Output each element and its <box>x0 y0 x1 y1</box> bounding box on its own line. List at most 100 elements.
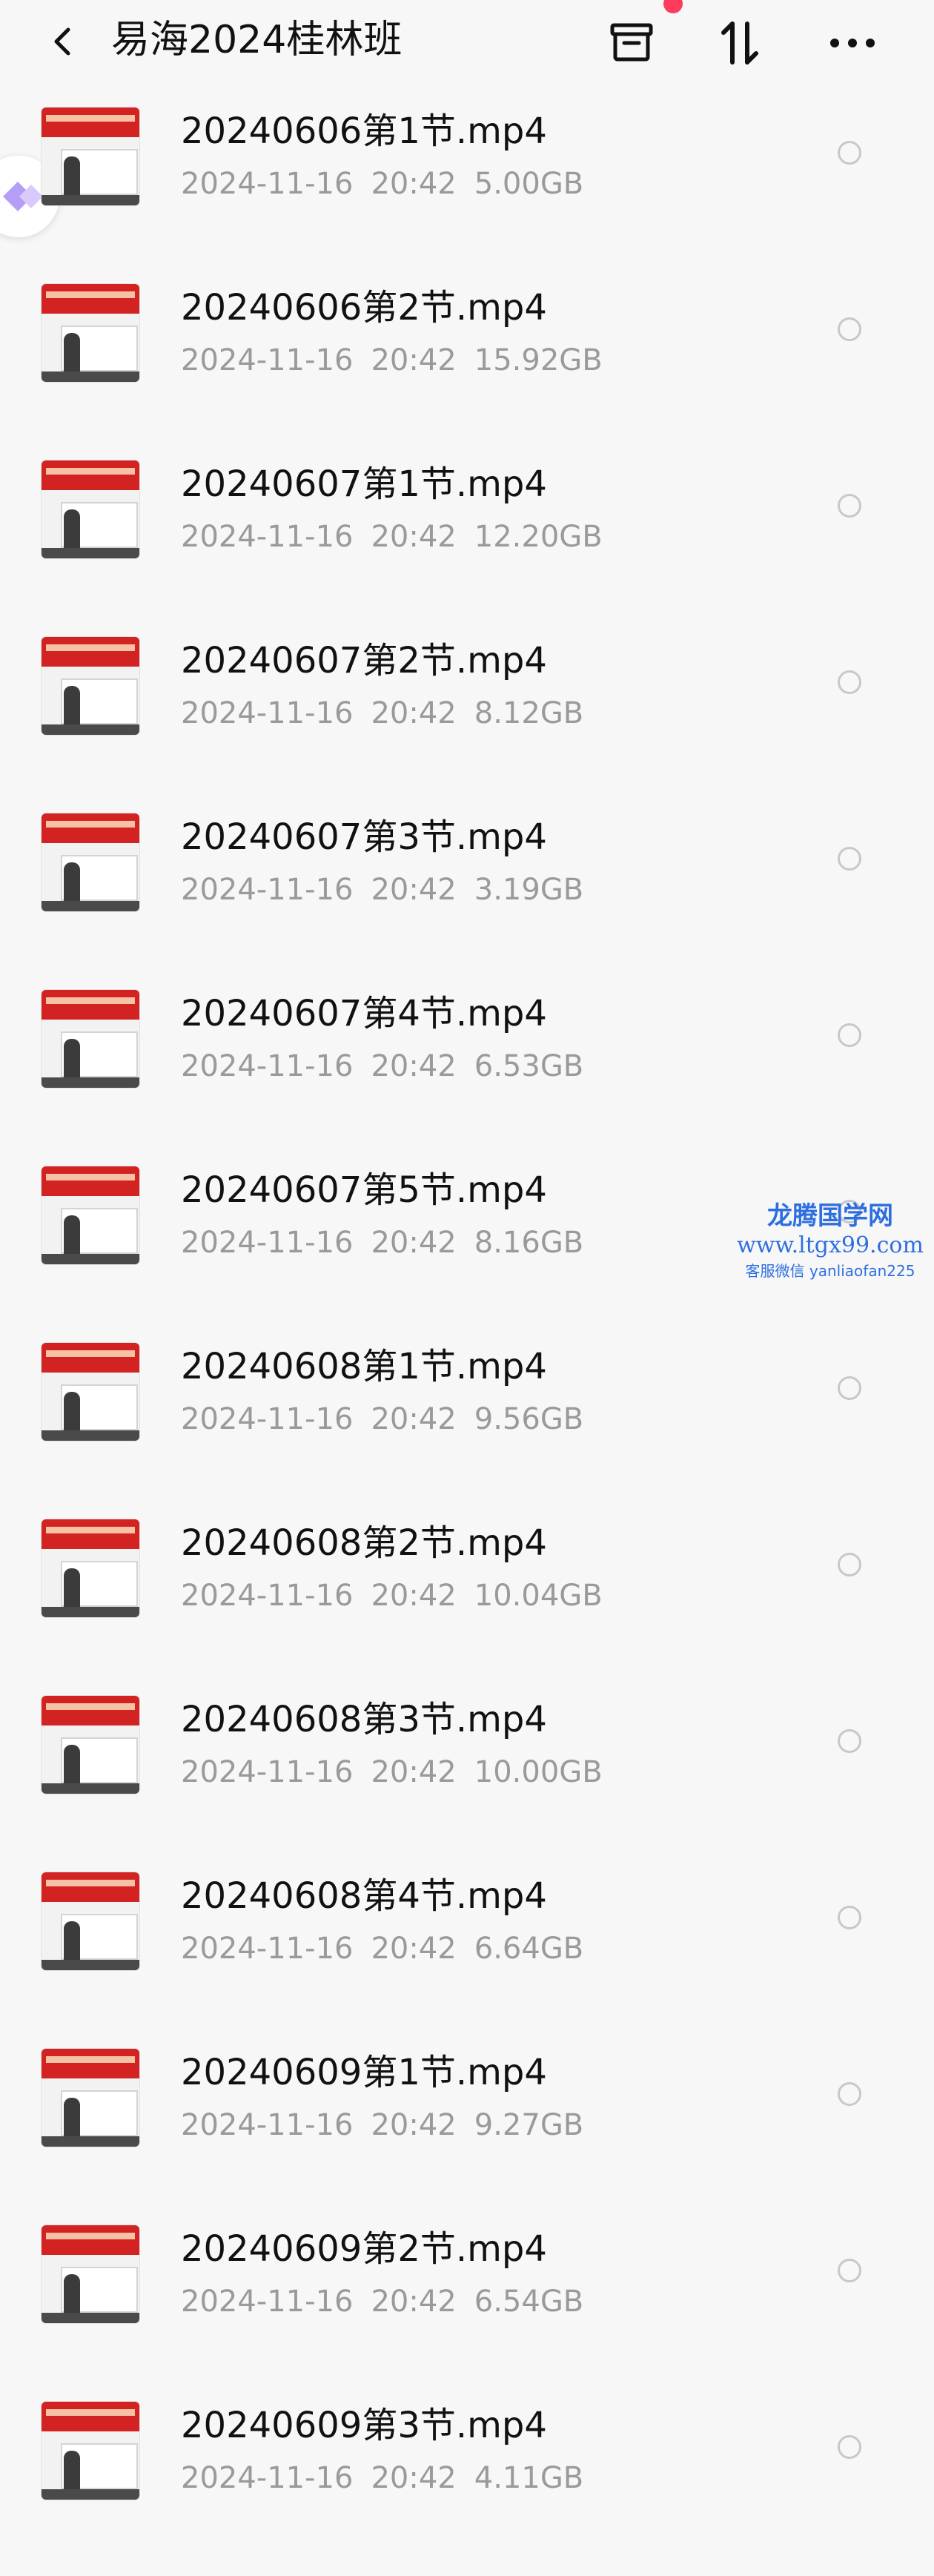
select-radio[interactable] <box>838 141 861 165</box>
file-meta: 2024-11-16 20:42 9.56GB <box>181 1401 601 1438</box>
thumbnail-audience <box>42 195 139 205</box>
file-row[interactable]: 20240609第1节.mp4 2024-11-16 20:42 9.27GB <box>0 2034 934 2210</box>
file-size: 10.04GB <box>474 1579 603 1613</box>
thumbnail-banner-text <box>46 1527 135 1533</box>
file-name: 20240608第1节.mp4 <box>181 1346 547 1387</box>
file-date: 2024-11-16 <box>181 2108 354 2142</box>
file-time: 20:42 <box>371 873 457 907</box>
select-radio[interactable] <box>838 2082 861 2106</box>
file-name: 20240608第3节.mp4 <box>181 1699 547 1740</box>
select-radio[interactable] <box>838 317 861 341</box>
thumbnail-banner-text <box>46 1174 135 1180</box>
file-date: 2024-11-16 <box>181 1226 354 1260</box>
select-radio[interactable] <box>838 1729 861 1753</box>
file-meta: 2024-11-16 20:42 10.04GB <box>181 1577 620 1614</box>
file-row[interactable]: 20240609第2节.mp4 2024-11-16 20:42 6.54GB <box>0 2210 934 2387</box>
thumbnail-banner <box>42 1696 139 1725</box>
video-thumbnail <box>42 990 139 1088</box>
back-button[interactable] <box>46 25 79 58</box>
sort-arrows-icon <box>721 22 758 65</box>
watermark-contact: 客服微信 yanliaofan225 <box>745 1262 915 1280</box>
select-radio[interactable] <box>838 494 861 518</box>
file-row[interactable]: 20240607第3节.mp4 2024-11-16 20:42 3.19GB <box>0 799 934 975</box>
file-row[interactable]: 20240607第1节.mp4 2024-11-16 20:42 12.20GB <box>0 446 934 622</box>
thumbnail-speaker <box>64 1392 80 1436</box>
file-row[interactable]: 20240606第2节.mp4 2024-11-16 20:42 15.92GB <box>0 269 934 446</box>
archive-box-icon <box>610 23 653 62</box>
thumbnail-banner-text <box>46 468 135 475</box>
thumbnail-banner-text <box>46 291 135 298</box>
thumbnail-audience <box>42 1254 139 1264</box>
notification-badge <box>663 0 683 13</box>
file-date: 2024-11-16 <box>181 520 354 554</box>
file-meta: 2024-11-16 20:42 6.53GB <box>181 1048 601 1085</box>
file-time: 20:42 <box>371 343 457 377</box>
thumbnail-banner <box>42 284 139 314</box>
thumbnail-banner-text <box>46 1703 135 1710</box>
select-radio[interactable] <box>838 670 861 694</box>
file-size: 10.00GB <box>474 1755 603 1789</box>
thumbnail-speaker <box>64 1039 80 1083</box>
page-title: 易海2024桂林班 <box>111 18 403 62</box>
file-size: 9.56GB <box>474 1402 584 1436</box>
thumbnail-banner-text <box>46 1350 135 1357</box>
thumbnail-audience <box>42 2136 139 2147</box>
thumbnail-banner-text <box>46 997 135 1004</box>
file-meta: 2024-11-16 20:42 4.11GB <box>181 2460 601 2497</box>
thumbnail-banner <box>42 1166 139 1196</box>
file-date: 2024-11-16 <box>181 696 354 730</box>
file-name: 20240607第4节.mp4 <box>181 993 547 1034</box>
file-row[interactable]: 20240608第1节.mp4 2024-11-16 20:42 9.56GB <box>0 1328 934 1505</box>
select-radio[interactable] <box>838 2259 861 2282</box>
file-row[interactable]: 20240606第1节.mp4 2024-11-16 20:42 5.00GB <box>0 93 934 269</box>
file-meta: 2024-11-16 20:42 8.16GB <box>181 1224 601 1261</box>
thumbnail-audience <box>42 371 139 382</box>
file-row[interactable]: 20240607第4节.mp4 2024-11-16 20:42 6.53GB <box>0 975 934 1152</box>
file-list: 20240606第1节.mp4 2024-11-16 20:42 5.00GB 2024… <box>0 93 934 2563</box>
file-time: 20:42 <box>371 1932 457 1966</box>
file-meta: 2024-11-16 20:42 10.00GB <box>181 1754 620 1791</box>
thumbnail-banner-text <box>46 2409 135 2416</box>
file-time: 20:42 <box>371 2285 457 2319</box>
video-thumbnail <box>42 637 139 735</box>
file-row[interactable]: 20240608第4节.mp4 2024-11-16 20:42 6.64GB <box>0 1857 934 2034</box>
thumbnail-banner <box>42 1872 139 1902</box>
thumbnail-banner <box>42 1343 139 1373</box>
select-radio[interactable] <box>838 1553 861 1576</box>
archive-button[interactable] <box>602 13 661 73</box>
more-dots-icon <box>830 39 875 47</box>
thumbnail-speaker <box>64 862 80 907</box>
video-thumbnail <box>42 284 139 382</box>
file-name: 20240609第1节.mp4 <box>181 2052 547 2093</box>
thumbnail-audience <box>42 2313 139 2323</box>
select-radio[interactable] <box>838 2435 861 2459</box>
file-row[interactable]: 20240608第2节.mp4 2024-11-16 20:42 10.04GB <box>0 1505 934 1681</box>
file-row[interactable]: 20240608第3节.mp4 2024-11-16 20:42 10.00GB <box>0 1681 934 1857</box>
file-row[interactable]: 20240607第2节.mp4 2024-11-16 20:42 8.12GB <box>0 622 934 799</box>
select-radio[interactable] <box>838 1906 861 1929</box>
select-radio[interactable] <box>838 1376 861 1400</box>
select-radio[interactable] <box>838 847 861 871</box>
watermark-url: www.ltgx99.com <box>737 1232 924 1258</box>
video-thumbnail <box>42 1343 139 1441</box>
watermark-title: 龙腾国学网 <box>767 1201 893 1231</box>
file-name: 20240608第4节.mp4 <box>181 1875 547 1917</box>
thumbnail-banner-text <box>46 821 135 828</box>
file-time: 20:42 <box>371 1226 457 1260</box>
thumbnail-audience <box>42 1607 139 1617</box>
thumbnail-audience <box>42 548 139 558</box>
sort-button[interactable] <box>710 13 769 73</box>
file-name: 20240608第2节.mp4 <box>181 1522 547 1564</box>
select-radio[interactable] <box>838 1023 861 1047</box>
file-date: 2024-11-16 <box>181 1402 354 1436</box>
thumbnail-banner <box>42 2049 139 2078</box>
file-row[interactable]: 20240609第3节.mp4 2024-11-16 20:42 4.11GB <box>0 2387 934 2563</box>
file-meta: 2024-11-16 20:42 3.19GB <box>181 871 601 908</box>
video-thumbnail <box>42 1696 139 1794</box>
thumbnail-banner-text <box>46 1880 135 1886</box>
file-size: 9.27GB <box>474 2108 584 2142</box>
more-button[interactable] <box>823 13 882 73</box>
thumbnail-audience <box>42 724 139 735</box>
thumbnail-audience <box>42 1430 139 1441</box>
thumbnail-banner <box>42 2402 139 2431</box>
